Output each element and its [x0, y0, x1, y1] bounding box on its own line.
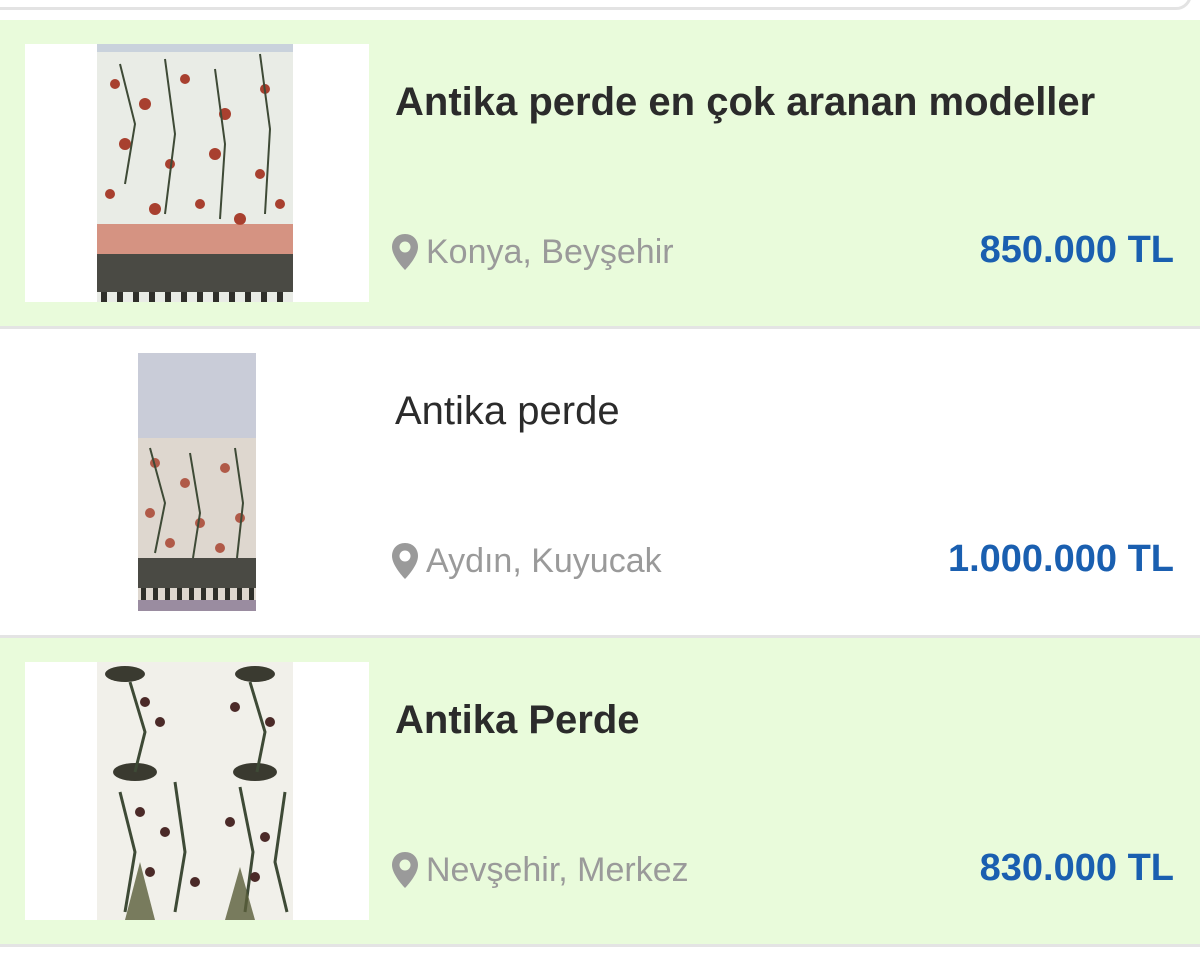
listing-row[interactable]: Antika perde Aydın, Kuyucak 1.000.000 TL [0, 329, 1200, 638]
location-pin-icon [392, 543, 418, 579]
listing-title[interactable]: Antika perde en çok aranan modeller [395, 78, 1095, 126]
location-text: Konya, Beyşehir [426, 232, 674, 271]
location-text: Nevşehir, Merkez [426, 850, 689, 889]
location-pin-icon [392, 852, 418, 888]
curtain-image [97, 662, 293, 920]
location-text: Aydın, Kuyucak [426, 541, 662, 580]
listing-title[interactable]: Antika Perde [395, 696, 640, 744]
listing-thumbnail[interactable] [25, 662, 369, 920]
listing-list: Antika perde en çok aranan modeller Kony… [0, 20, 1200, 947]
listing-price: 850.000 TL [979, 229, 1174, 271]
listing-location: Konya, Beyşehir [390, 228, 674, 276]
curtain-image [138, 353, 256, 611]
listing-location: Nevşehir, Merkez [390, 846, 689, 894]
listing-row[interactable]: Antika perde en çok aranan modeller Kony… [0, 20, 1200, 329]
listing-thumbnail[interactable] [25, 353, 369, 611]
listing-price: 830.000 TL [979, 847, 1174, 889]
location-pin-icon [392, 234, 418, 270]
listing-location: Aydın, Kuyucak [390, 537, 662, 585]
search-bar-edge [0, 0, 1192, 10]
listing-title[interactable]: Antika perde [395, 387, 620, 435]
listing-thumbnail[interactable] [25, 44, 369, 302]
listing-price: 1.000.000 TL [947, 538, 1174, 580]
listing-row[interactable]: Antika Perde Nevşehir, Merkez 830.000 TL [0, 638, 1200, 947]
curtain-image [97, 44, 293, 302]
